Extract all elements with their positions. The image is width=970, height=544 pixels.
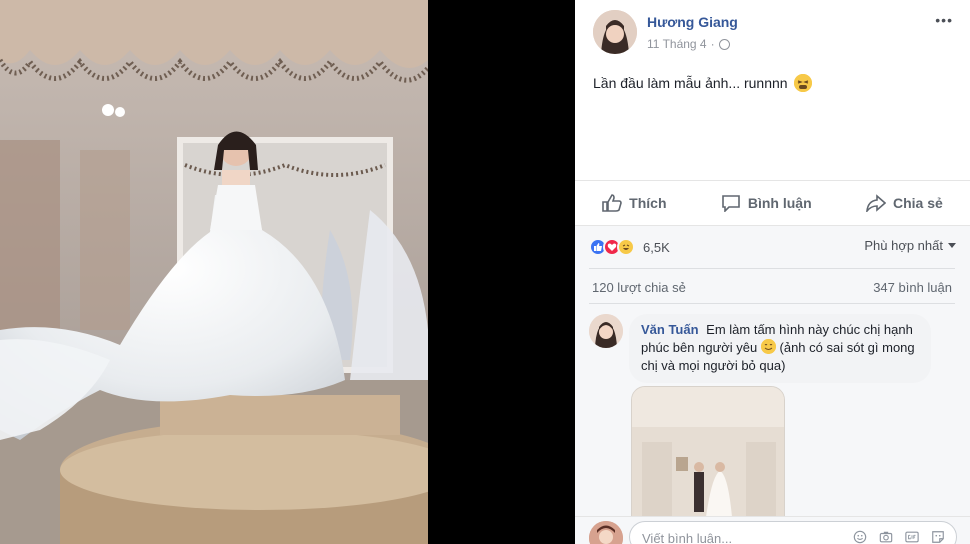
sort-label: Phù hợp nhất <box>864 238 943 253</box>
post-caption: Lần đầu làm mẫu ảnh... runnnn <box>593 74 812 92</box>
haha-icon <box>617 238 635 256</box>
post-panel: Hương Giang 11 Tháng 4 · ••• Lần đầu làm… <box>575 0 970 544</box>
like-label: Thích <box>629 195 667 211</box>
divider <box>589 268 955 269</box>
caret-down-icon <box>948 243 956 248</box>
reaction-icons <box>589 238 635 256</box>
comment-input[interactable]: Viết bình luận... <box>629 521 957 544</box>
like-button[interactable]: Thích <box>602 194 667 212</box>
reaction-count: 6,5K <box>643 239 670 255</box>
post-header: Hương Giang 11 Tháng 4 · ••• <box>593 10 953 56</box>
smiling-face-emoji-icon <box>760 339 776 354</box>
share-label: Chia sẻ <box>892 195 943 211</box>
emoji-icon[interactable] <box>852 530 868 544</box>
meta-separator: · <box>710 37 715 51</box>
reactions-summary[interactable]: 6,5K <box>589 236 670 258</box>
comment-sort-dropdown[interactable]: Phù hợp nhất <box>864 238 956 253</box>
sticker-icon[interactable] <box>930 530 946 544</box>
share-arrow-icon <box>866 194 886 212</box>
share-button[interactable]: Chia sẻ <box>866 194 943 212</box>
post-actions: Thích Bình luận Chia sẻ <box>575 180 970 226</box>
tired-face-emoji-icon <box>793 74 812 92</box>
comment-button[interactable]: Bình luận <box>721 194 812 212</box>
commenter-avatar[interactable] <box>589 314 623 348</box>
comment-count[interactable]: 347 bình luận <box>873 280 952 295</box>
comment-bubble: Văn Tuấn Em làm tấm hình này chúc chị hạ… <box>629 314 931 383</box>
comment-composer: Viết bình luận... <box>575 516 970 544</box>
more-options-button[interactable]: ••• <box>935 12 953 28</box>
comment-icon <box>722 195 740 212</box>
post-date[interactable]: 11 Tháng 4 <box>647 37 707 51</box>
viewer-avatar <box>589 521 623 544</box>
post-text: Lần đầu làm mẫu ảnh... runnnn <box>593 75 788 91</box>
photo-stage <box>0 0 575 544</box>
comment-label: Bình luận <box>747 195 812 211</box>
globe-icon <box>718 38 730 50</box>
author-avatar[interactable] <box>593 10 637 54</box>
commenter-name[interactable]: Văn Tuấn <box>641 322 699 337</box>
gif-icon[interactable] <box>904 530 920 544</box>
thumbs-up-icon <box>602 194 622 212</box>
post-photo[interactable] <box>0 0 428 544</box>
author-name[interactable]: Hương Giang <box>647 14 738 30</box>
photo-viewer: Hương Giang 11 Tháng 4 · ••• Lần đầu làm… <box>0 0 970 544</box>
share-count[interactable]: 120 lượt chia sẻ <box>592 280 686 295</box>
post-meta: 11 Tháng 4 · <box>647 37 730 51</box>
comment-placeholder: Viết bình luận... <box>642 531 733 544</box>
camera-icon[interactable] <box>878 530 894 544</box>
divider <box>589 303 955 304</box>
